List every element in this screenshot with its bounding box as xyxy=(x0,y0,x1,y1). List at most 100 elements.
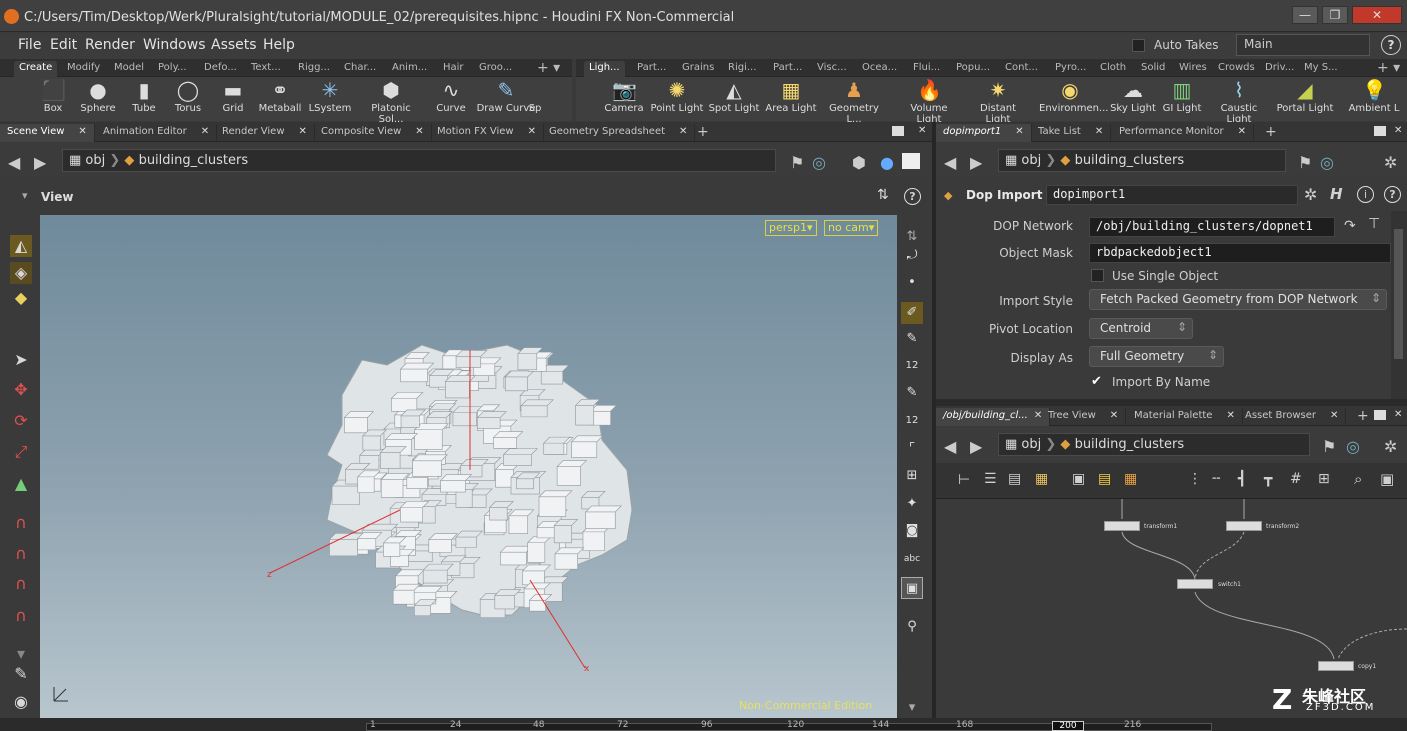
list-icon[interactable]: ☰ xyxy=(984,471,997,487)
select-mode-icon[interactable]: ◭ xyxy=(10,235,32,257)
color-palette-icon[interactable]: ▦ xyxy=(1124,471,1137,487)
shelf-tab-lights[interactable]: Ligh... xyxy=(584,61,625,77)
grid-icon[interactable]: # xyxy=(1290,471,1302,487)
forward-icon[interactable]: ▶ xyxy=(970,153,982,172)
object-mask-field[interactable]: rbdpackedobject1 xyxy=(1089,243,1391,263)
shelf-tab[interactable]: Popu... xyxy=(951,61,995,77)
shelf-tab[interactable]: Part... xyxy=(632,61,671,77)
shelf-tab[interactable]: Rigg... xyxy=(293,61,335,77)
tab-motion-fx-view[interactable]: Motion FX View ✕ xyxy=(430,124,544,142)
forward-icon[interactable]: ▶ xyxy=(970,437,982,456)
add-shelf-icon[interactable]: + ▾ xyxy=(1372,59,1405,76)
node-copy1[interactable] xyxy=(1318,661,1354,671)
path-root[interactable]: obj xyxy=(1021,437,1041,452)
shelf-tab[interactable]: Wires xyxy=(1174,61,1212,77)
node-chooser-icon[interactable]: ⊤ xyxy=(1368,216,1380,232)
snap-grid-icon[interactable]: ⊞ xyxy=(1318,471,1330,487)
shelf-tab[interactable]: Rigi... xyxy=(723,61,761,77)
shelf-tab[interactable]: Crowds xyxy=(1213,61,1260,77)
snap-icon[interactable]: ⤾ xyxy=(901,245,923,267)
persp-select[interactable]: persp1▾ xyxy=(765,220,817,236)
align-icon[interactable]: ⋮ xyxy=(1188,471,1202,487)
close-tab-icon[interactable]: ✕ xyxy=(1226,410,1234,421)
tab-geometry-spreadsheet[interactable]: Geometry Spreadsheet ✕ xyxy=(542,124,696,142)
path-root[interactable]: obj xyxy=(1021,153,1041,168)
shelf-tab[interactable]: Poly... xyxy=(153,61,192,77)
import-by-name-checkbox[interactable]: ✔ xyxy=(1091,375,1104,389)
close-tab-icon[interactable]: ✕ xyxy=(1238,126,1246,137)
add-shelf-icon[interactable]: + ▾ xyxy=(532,59,565,76)
help-h-icon[interactable]: H xyxy=(1330,185,1343,203)
shelf-tab[interactable]: Defo... xyxy=(199,61,242,77)
shelf-tab-create[interactable]: Create xyxy=(14,61,58,77)
pane-menu-icon[interactable]: ✕ xyxy=(918,125,926,136)
viewport-canvas[interactable]: z x xyxy=(40,215,897,718)
number-tool-icon[interactable]: 12 xyxy=(901,355,923,377)
record-icon[interactable]: ◙ xyxy=(901,520,923,542)
wand-icon[interactable]: ✦ xyxy=(901,493,923,515)
tool-geometry-light[interactable]: ♟ Geometry L... xyxy=(823,79,885,125)
scrollbar-thumb[interactable] xyxy=(1394,229,1403,359)
tab-composite-view[interactable]: Composite View ✕ xyxy=(314,124,432,142)
menu-edit[interactable]: Edit xyxy=(50,37,77,53)
pane-menu-icon[interactable]: ✕ xyxy=(1394,409,1402,420)
close-tab-icon[interactable]: ✕ xyxy=(299,126,307,137)
link-icon[interactable]: ◎ xyxy=(1320,153,1334,172)
shelf-tab[interactable]: Cloth xyxy=(1095,61,1131,77)
chevron-down-icon[interactable]: ▾ xyxy=(901,697,923,719)
corner-icon[interactable]: ⌜ xyxy=(901,438,923,460)
close-tab-icon[interactable]: ✕ xyxy=(679,126,687,137)
gear-icon[interactable]: ✲ xyxy=(1304,185,1317,204)
tool-platonic[interactable]: ⬢ Platonic Sol... xyxy=(360,79,422,125)
path-breadcrumb[interactable]: ▦ obj ❯ ◆ building_clusters xyxy=(998,149,1286,172)
back-icon[interactable]: ◀ xyxy=(944,153,956,172)
tree-icon[interactable]: ⊢ xyxy=(958,472,970,488)
select-arrow-icon[interactable]: ➤ xyxy=(10,349,32,371)
chevron-down-icon[interactable]: ▾ xyxy=(10,643,32,665)
tool-spot-light[interactable]: ◭ Spot Light xyxy=(703,79,765,114)
tool-gi-light[interactable]: ▥ GI Light xyxy=(1151,79,1213,114)
pivot-location-select[interactable]: Centroid ⇕ xyxy=(1089,318,1193,339)
path-node[interactable]: building_clusters xyxy=(1075,437,1185,452)
pane-splitter[interactable] xyxy=(936,399,1407,406)
tool-distant-light[interactable]: ✷ Distant Light xyxy=(967,79,1029,125)
network-editor[interactable]: transform1 transform2 switch1 copy1 Z 朱峰… xyxy=(936,499,1407,718)
point-icon[interactable]: • xyxy=(901,272,923,294)
add-tab-icon[interactable]: + xyxy=(690,122,716,140)
shelf-tab[interactable]: Anim... xyxy=(387,61,432,77)
magnet-icon[interactable]: ∩ xyxy=(10,605,32,627)
scale-icon[interactable]: ⤢ xyxy=(10,441,32,463)
background-image-icon[interactable]: ▣ xyxy=(1380,470,1394,488)
tool-environment-light[interactable]: ◉ Environmen... xyxy=(1039,79,1108,114)
auto-takes-checkbox[interactable] xyxy=(1132,39,1145,52)
shelf-tab[interactable]: Text... xyxy=(246,61,286,77)
shelf-tab[interactable]: Cont... xyxy=(1000,61,1043,77)
help-icon[interactable]: ? xyxy=(1384,186,1401,203)
sticky-note-icon[interactable]: ▤ xyxy=(1098,471,1111,487)
number-tool-icon[interactable]: 12 xyxy=(901,410,923,432)
shelf-tab[interactable]: Model xyxy=(109,61,149,77)
shelf-tab[interactable]: Solid xyxy=(1136,61,1170,77)
link-icon[interactable]: ◎ xyxy=(812,153,826,172)
maximize-pane-icon[interactable] xyxy=(892,126,904,136)
tab-scene-view[interactable]: Scene View ✕ xyxy=(0,124,95,142)
tool-lsystem[interactable]: ✳ LSystem xyxy=(299,79,361,114)
camera-tool-icon[interactable]: ◉ xyxy=(10,691,32,713)
shelf-tab[interactable]: Groo... xyxy=(474,61,517,77)
geometry-mode-icon[interactable]: ◆ xyxy=(10,287,32,309)
tool-portal-light[interactable]: ◢ Portal Light xyxy=(1274,79,1336,114)
close-tab-icon[interactable]: ✕ xyxy=(78,126,86,137)
tab-take-list[interactable]: Take List ✕ xyxy=(1031,124,1112,142)
display-as-select[interactable]: Full Geometry ⇕ xyxy=(1089,346,1224,367)
shelf-tab[interactable]: Ocea... xyxy=(857,61,902,77)
back-icon[interactable]: ◀ xyxy=(8,153,20,172)
dropper-icon[interactable]: ✎ xyxy=(901,328,923,350)
tool-ambient-light[interactable]: 💡 Ambient L xyxy=(1343,79,1405,114)
shelf-tab[interactable]: Driv... xyxy=(1260,61,1299,77)
magnet-icon[interactable]: ∩ xyxy=(10,573,32,595)
shelf-tab[interactable]: Modify xyxy=(62,61,105,77)
move-icon[interactable]: ✥ xyxy=(10,379,32,401)
maximize-pane-icon[interactable] xyxy=(1374,410,1386,420)
paint-icon[interactable]: ✐ xyxy=(901,302,923,324)
close-tab-icon[interactable]: ✕ xyxy=(1110,410,1118,421)
